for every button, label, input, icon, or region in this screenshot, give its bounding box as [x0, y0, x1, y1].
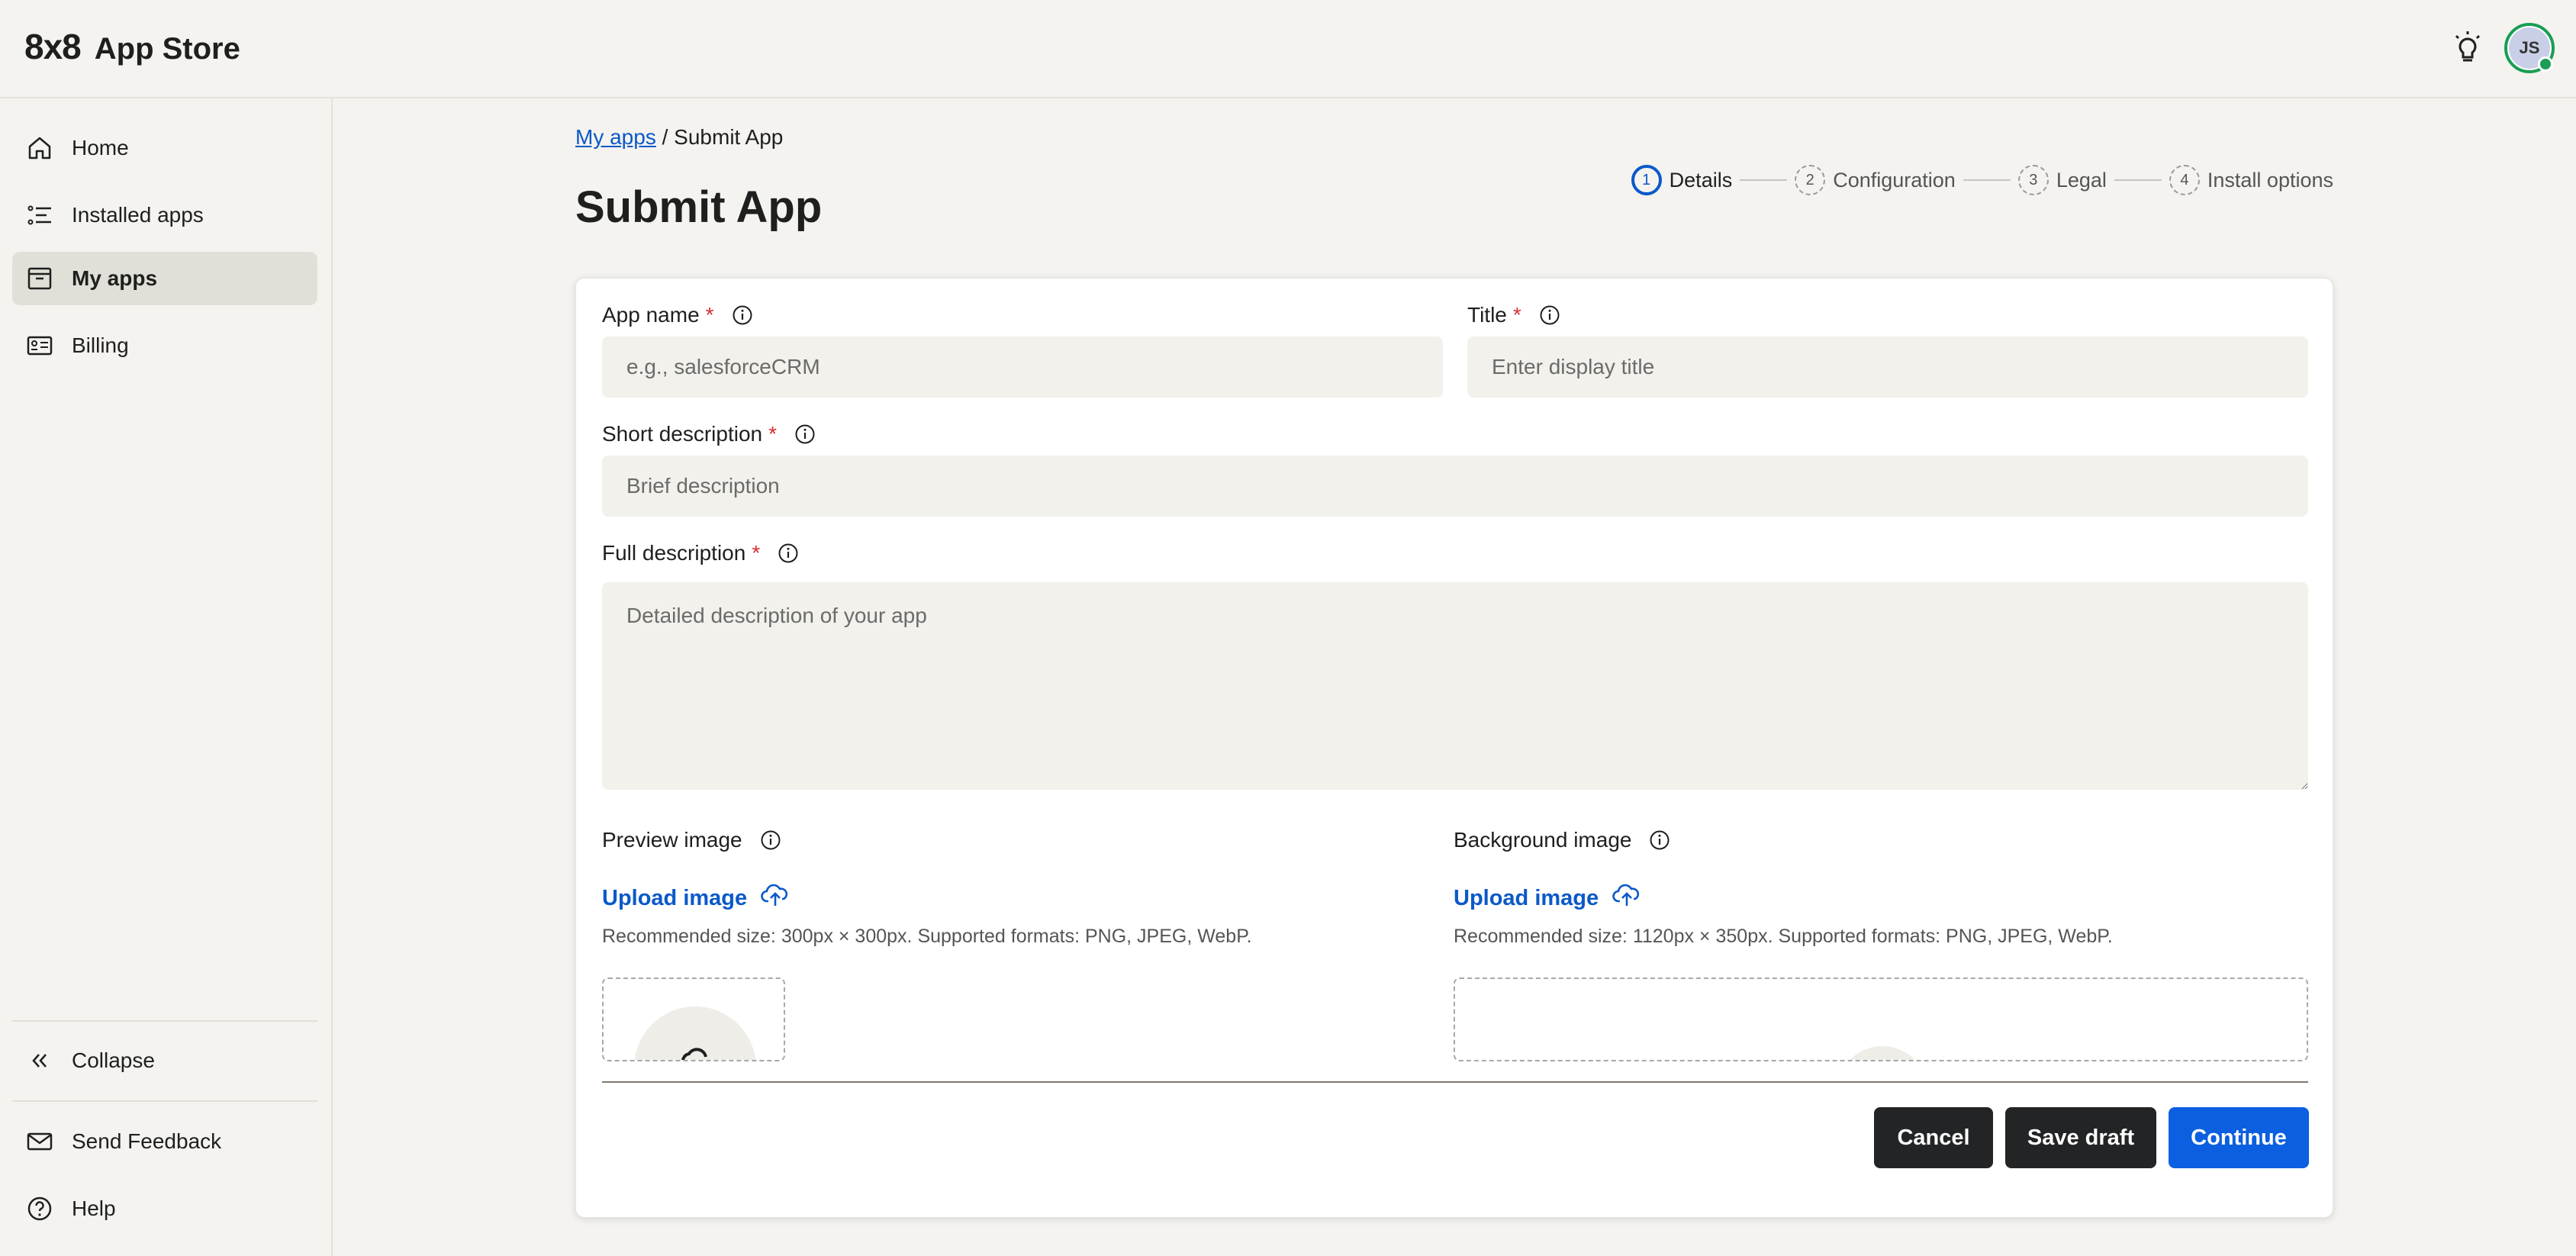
preview-image-dropzone[interactable] — [602, 977, 785, 1061]
breadcrumb-link-my-apps[interactable]: My apps — [575, 125, 656, 149]
step-number: 3 — [2017, 165, 2049, 195]
background-image-hint: Recommended size: 1120px × 350px. Suppor… — [1454, 926, 2113, 947]
step-configuration: 2 Configuration — [1795, 165, 1956, 195]
sidebar-help[interactable]: Help — [12, 1182, 317, 1235]
upload-label: Upload image — [602, 885, 748, 910]
short-description-input[interactable] — [602, 456, 2308, 517]
sidebar-item-billing[interactable]: Billing — [12, 319, 317, 372]
required-mark: * — [705, 303, 714, 327]
step-label: Legal — [2056, 168, 2107, 192]
sidebar-item-installed-apps[interactable]: Installed apps — [12, 188, 317, 242]
app-name-input[interactable] — [602, 337, 1443, 398]
info-icon[interactable] — [731, 304, 754, 327]
top-bar: 8x8 App Store JS — [0, 0, 2576, 98]
step-install-options: 4 Install options — [2169, 165, 2333, 195]
info-icon[interactable] — [1538, 304, 1561, 327]
sidebar-item-label: Collapse — [72, 1048, 155, 1072]
cloud-upload-icon — [761, 883, 790, 913]
preview-image-label: Preview image — [602, 828, 782, 852]
help-circle-icon — [24, 1193, 55, 1224]
sidebar-item-home[interactable]: Home — [12, 121, 317, 175]
sidebar-item-label: Help — [72, 1196, 116, 1220]
field-label-text: Short description — [602, 422, 763, 446]
field-label-text: Title — [1467, 303, 1507, 327]
info-icon[interactable] — [794, 423, 816, 446]
breadcrumb: My apps / Submit App — [575, 125, 783, 150]
home-icon — [24, 133, 55, 163]
double-chevron-left-icon — [24, 1045, 55, 1076]
step-connector — [1963, 179, 2011, 181]
sidebar-item-my-apps[interactable]: My apps — [12, 252, 317, 305]
sidebar-collapse-button[interactable]: Collapse — [12, 1034, 317, 1087]
required-mark: * — [752, 541, 761, 565]
cancel-button[interactable]: Cancel — [1874, 1107, 1993, 1168]
preview-upload-button[interactable]: Upload image — [602, 883, 790, 913]
continue-button[interactable]: Continue — [2169, 1107, 2309, 1168]
form-footer-divider — [602, 1081, 2308, 1083]
breadcrumb-current: Submit App — [674, 125, 784, 149]
placeholder-circle — [1837, 1046, 1928, 1060]
title-input[interactable] — [1467, 337, 2308, 398]
sidebar-divider — [12, 1100, 317, 1102]
online-status-badge — [2538, 56, 2553, 72]
preview-image-hint: Recommended size: 300px × 300px. Support… — [602, 926, 1252, 947]
sidebar-send-feedback[interactable]: Send Feedback — [12, 1115, 317, 1168]
lightbulb-icon[interactable] — [2448, 25, 2487, 71]
field-label-text: Preview image — [602, 828, 742, 852]
billing-card-icon — [24, 330, 55, 361]
step-label: Install options — [2207, 168, 2333, 192]
sidebar-divider — [12, 1020, 317, 1022]
breadcrumb-separator: / — [662, 125, 668, 149]
step-details: 1 Details — [1631, 165, 1733, 195]
sidebar-item-label: Home — [72, 136, 129, 159]
brand[interactable]: 8x8 App Store — [24, 26, 240, 72]
top-icons: JS — [2448, 23, 2555, 73]
required-mark: * — [1512, 303, 1521, 327]
archive-box-icon — [24, 263, 55, 294]
field-label-text: Full description — [602, 541, 746, 565]
step-label: Configuration — [1833, 168, 1956, 192]
info-icon[interactable] — [759, 829, 782, 852]
save-draft-button[interactable]: Save draft — [2005, 1107, 2156, 1168]
title-label: Title * — [1467, 303, 1561, 327]
submit-app-form-card: App name * Title * Short description * F… — [575, 278, 2333, 1218]
user-avatar-button[interactable]: JS — [2504, 23, 2555, 73]
field-label-text: App name — [602, 303, 700, 327]
brand-logo: 8x8 — [24, 27, 82, 66]
progress-stepper: 1 Details 2 Configuration 3 Legal 4 Inst… — [1631, 165, 2333, 195]
sidebar-item-label: Billing — [72, 333, 129, 357]
step-connector — [1740, 179, 1788, 181]
page-title: Submit App — [575, 182, 823, 232]
short-description-label: Short description * — [602, 422, 816, 446]
app-name-label: App name * — [602, 303, 754, 327]
cloud-upload-icon — [1612, 883, 1641, 913]
mail-icon — [24, 1126, 55, 1157]
step-label: Details — [1669, 168, 1733, 192]
sidebar-item-label: Installed apps — [72, 203, 204, 227]
info-icon[interactable] — [777, 542, 800, 565]
full-description-label: Full description * — [602, 541, 800, 565]
field-label-text: Background image — [1454, 828, 1632, 852]
step-legal: 3 Legal — [2017, 165, 2107, 195]
info-icon[interactable] — [1648, 829, 1671, 852]
full-description-textarea[interactable] — [602, 582, 2308, 790]
background-image-label: Background image — [1454, 828, 1671, 852]
sidebar-item-label: My apps — [72, 266, 158, 290]
list-icon — [24, 200, 55, 230]
step-number: 1 — [1631, 165, 1662, 195]
background-image-dropzone[interactable] — [1454, 977, 2308, 1061]
step-connector — [2114, 179, 2162, 181]
sidebar: Home Installed apps My apps Billing Coll… — [0, 98, 333, 1256]
brand-name: App Store — [94, 32, 240, 66]
step-number: 4 — [2169, 165, 2200, 195]
required-mark: * — [768, 422, 778, 446]
upload-label: Upload image — [1454, 885, 1599, 910]
cloud-icon — [681, 1048, 707, 1060]
background-upload-button[interactable]: Upload image — [1454, 883, 1641, 913]
step-number: 2 — [1795, 165, 1826, 195]
sidebar-item-label: Send Feedback — [72, 1129, 222, 1153]
